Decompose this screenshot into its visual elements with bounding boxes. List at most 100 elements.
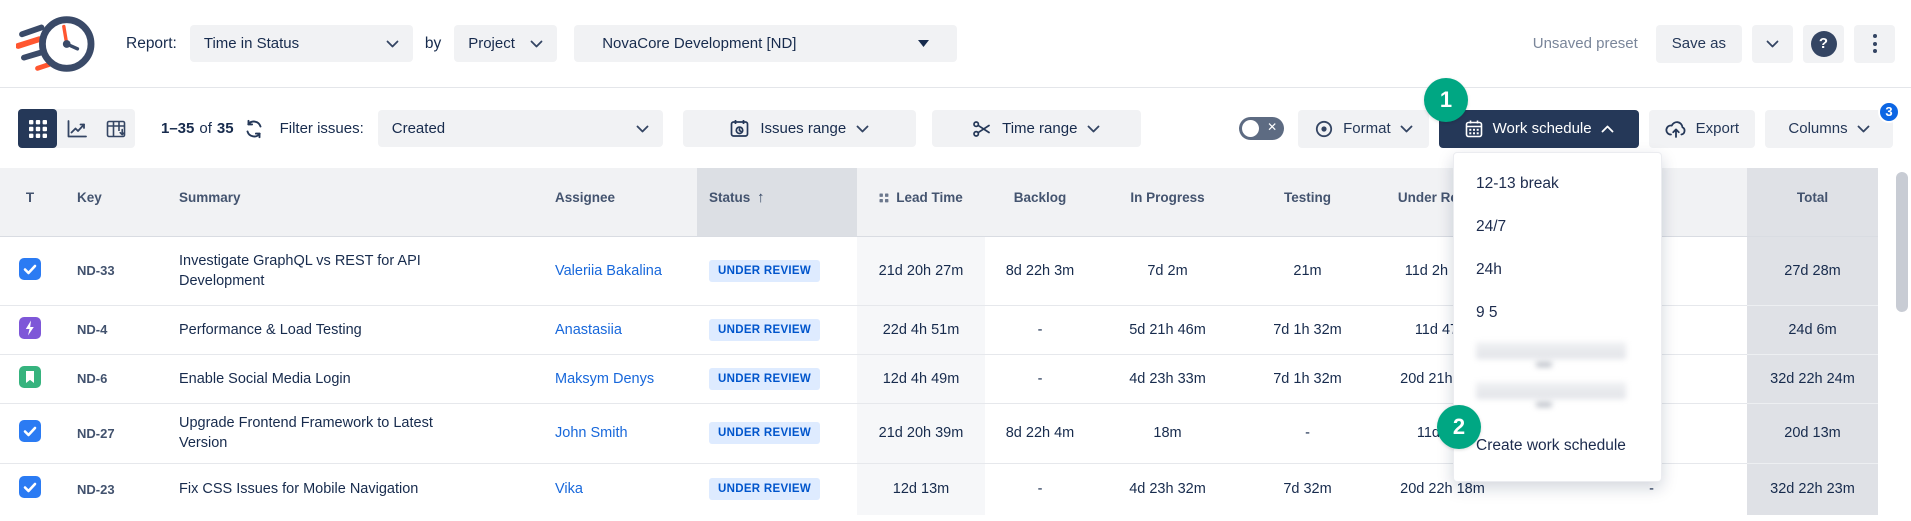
status-badge: UNDER REVIEW — [709, 478, 820, 500]
testing-cell: - — [1240, 403, 1375, 463]
lead-time-cell: 12d 13m — [857, 463, 985, 515]
project-value: NovaCore Development [ND] — [602, 35, 796, 52]
pivot-view-button[interactable] — [96, 109, 135, 148]
help-button[interactable]: ? — [1803, 25, 1844, 63]
by-label: by — [425, 35, 441, 53]
issues-range-label: Issues range — [760, 120, 846, 137]
toggle-off-x-icon: ✕ — [1267, 120, 1277, 134]
refresh-icon[interactable] — [243, 118, 265, 140]
export-label: Export — [1696, 120, 1739, 137]
columns-button[interactable]: Columns 3 — [1765, 110, 1893, 148]
issue-summary: Enable Social Media Login — [172, 354, 545, 403]
lead-time-cell: 22d 4h 51m — [857, 305, 985, 354]
chevron-down-icon — [636, 125, 649, 133]
filter-field-select[interactable]: Created — [378, 110, 663, 147]
chevron-up-icon — [1601, 125, 1614, 133]
vertical-scrollbar-thumb[interactable] — [1896, 172, 1908, 312]
pagination-range: 1–35 — [161, 120, 194, 137]
issue-key: ND-27 — [60, 403, 172, 463]
status-cell: UNDER REVIEW — [697, 403, 857, 463]
format-button[interactable]: Format — [1298, 110, 1429, 148]
annotation-step-1-badge: 1 — [1424, 78, 1468, 122]
report-type-select[interactable]: Time in Status — [190, 25, 413, 62]
menu-item-create-work-schedule[interactable]: Create work schedule — [1454, 423, 1661, 469]
assignee-link[interactable]: Valeriia Bakalina — [555, 263, 662, 279]
columns-label: Columns — [1788, 120, 1847, 137]
issue-type-cell — [0, 403, 60, 463]
pagination: 1–35 of 35 — [161, 120, 234, 137]
app-logo-icon — [16, 9, 98, 79]
menu-item-9-5[interactable]: 9 5 — [1454, 291, 1661, 334]
assignee-cell: Vika — [545, 463, 697, 515]
in-progress-cell: 4d 23h 33m — [1095, 354, 1240, 403]
export-button[interactable]: Export — [1649, 110, 1755, 148]
drag-handle-icon[interactable] — [879, 193, 889, 203]
task-icon — [19, 430, 41, 446]
chart-view-button[interactable] — [57, 109, 96, 148]
col-header-total: Total — [1747, 168, 1878, 236]
status-cell: UNDER REVIEW — [697, 236, 857, 305]
menu-item-blurred[interactable] — [1454, 334, 1661, 374]
issue-summary: Fix CSS Issues for Mobile Navigation — [172, 463, 545, 515]
status-badge: UNDER REVIEW — [709, 319, 820, 341]
issue-summary: Performance & Load Testing — [172, 305, 545, 354]
assignee-cell: Maksym Denys — [545, 354, 697, 403]
col-header-backlog[interactable]: Backlog — [985, 168, 1095, 236]
testing-cell: 7d 1h 32m — [1240, 305, 1375, 354]
assignee-link[interactable]: Vika — [555, 481, 583, 497]
triangle-down-icon — [918, 40, 929, 47]
issue-summary: Upgrade Frontend Framework to Latest Ver… — [172, 403, 545, 463]
group-by-select[interactable]: Project — [454, 25, 557, 62]
status-badge: UNDER REVIEW — [709, 422, 820, 444]
total-cell: 27d 28m — [1747, 236, 1878, 305]
issue-key: ND-33 — [60, 236, 172, 305]
backlog-cell: 8d 22h 4m — [985, 403, 1095, 463]
issue-summary: Investigate GraphQL vs REST for API Deve… — [172, 236, 545, 305]
time-range-button[interactable]: Time range — [932, 110, 1141, 147]
menu-item-12-13-break[interactable]: 12-13 break — [1454, 162, 1661, 205]
more-menu-button[interactable] — [1854, 25, 1895, 63]
menu-item-24h[interactable]: 24h — [1454, 248, 1661, 291]
save-options-button[interactable] — [1752, 25, 1793, 63]
chevron-down-icon — [856, 125, 869, 133]
col-header-status[interactable]: Status ↑ — [697, 168, 857, 236]
in-progress-cell: 5d 21h 46m — [1095, 305, 1240, 354]
col-header-in-progress[interactable]: In Progress — [1095, 168, 1240, 236]
grid-view-button[interactable] — [18, 109, 57, 148]
status-cell: UNDER REVIEW — [697, 354, 857, 403]
assignee-cell: John Smith — [545, 403, 697, 463]
chevron-down-icon — [1766, 40, 1779, 48]
testing-cell: 7d 32m — [1240, 463, 1375, 515]
issues-range-button[interactable]: Issues range — [683, 110, 916, 147]
issue-key: ND-4 — [60, 305, 172, 354]
project-select[interactable]: NovaCore Development [ND] — [574, 25, 957, 62]
col-header-lead-time[interactable]: Lead Time — [857, 168, 985, 236]
task-icon — [19, 268, 41, 284]
save-as-button[interactable]: Save as — [1656, 25, 1742, 63]
col-header-testing[interactable]: Testing — [1240, 168, 1375, 236]
assignee-link[interactable]: Maksym Denys — [555, 371, 654, 387]
toggle-knob — [1242, 120, 1259, 137]
chevron-down-icon — [1400, 125, 1413, 133]
in-progress-cell: 18m — [1095, 403, 1240, 463]
backlog-cell: - — [985, 463, 1095, 515]
assignee-link[interactable]: Anastasiia — [555, 322, 622, 338]
pivot-view-icon — [105, 119, 127, 139]
backlog-cell: 8d 22h 3m — [985, 236, 1095, 305]
col-header-summary: Summary — [172, 168, 545, 236]
report-type-value: Time in Status — [204, 35, 299, 52]
status-cell: UNDER REVIEW — [697, 463, 857, 515]
testing-cell: 21m — [1240, 236, 1375, 305]
compact-toggle[interactable]: ✕ — [1239, 117, 1284, 140]
status-badge: UNDER REVIEW — [709, 368, 820, 390]
menu-item-24-7[interactable]: 24/7 — [1454, 205, 1661, 248]
work-schedule-button[interactable]: Work schedule — [1439, 110, 1639, 148]
issue-type-cell — [0, 236, 60, 305]
status-cell: UNDER REVIEW — [697, 305, 857, 354]
menu-item-blurred[interactable] — [1454, 374, 1661, 414]
backlog-cell: - — [985, 305, 1095, 354]
work-schedule-menu: 12-13 break24/724h9 5 Create work schedul… — [1453, 152, 1662, 482]
chevron-down-icon — [1857, 125, 1870, 133]
status-badge: UNDER REVIEW — [709, 260, 820, 282]
assignee-link[interactable]: John Smith — [555, 425, 628, 441]
